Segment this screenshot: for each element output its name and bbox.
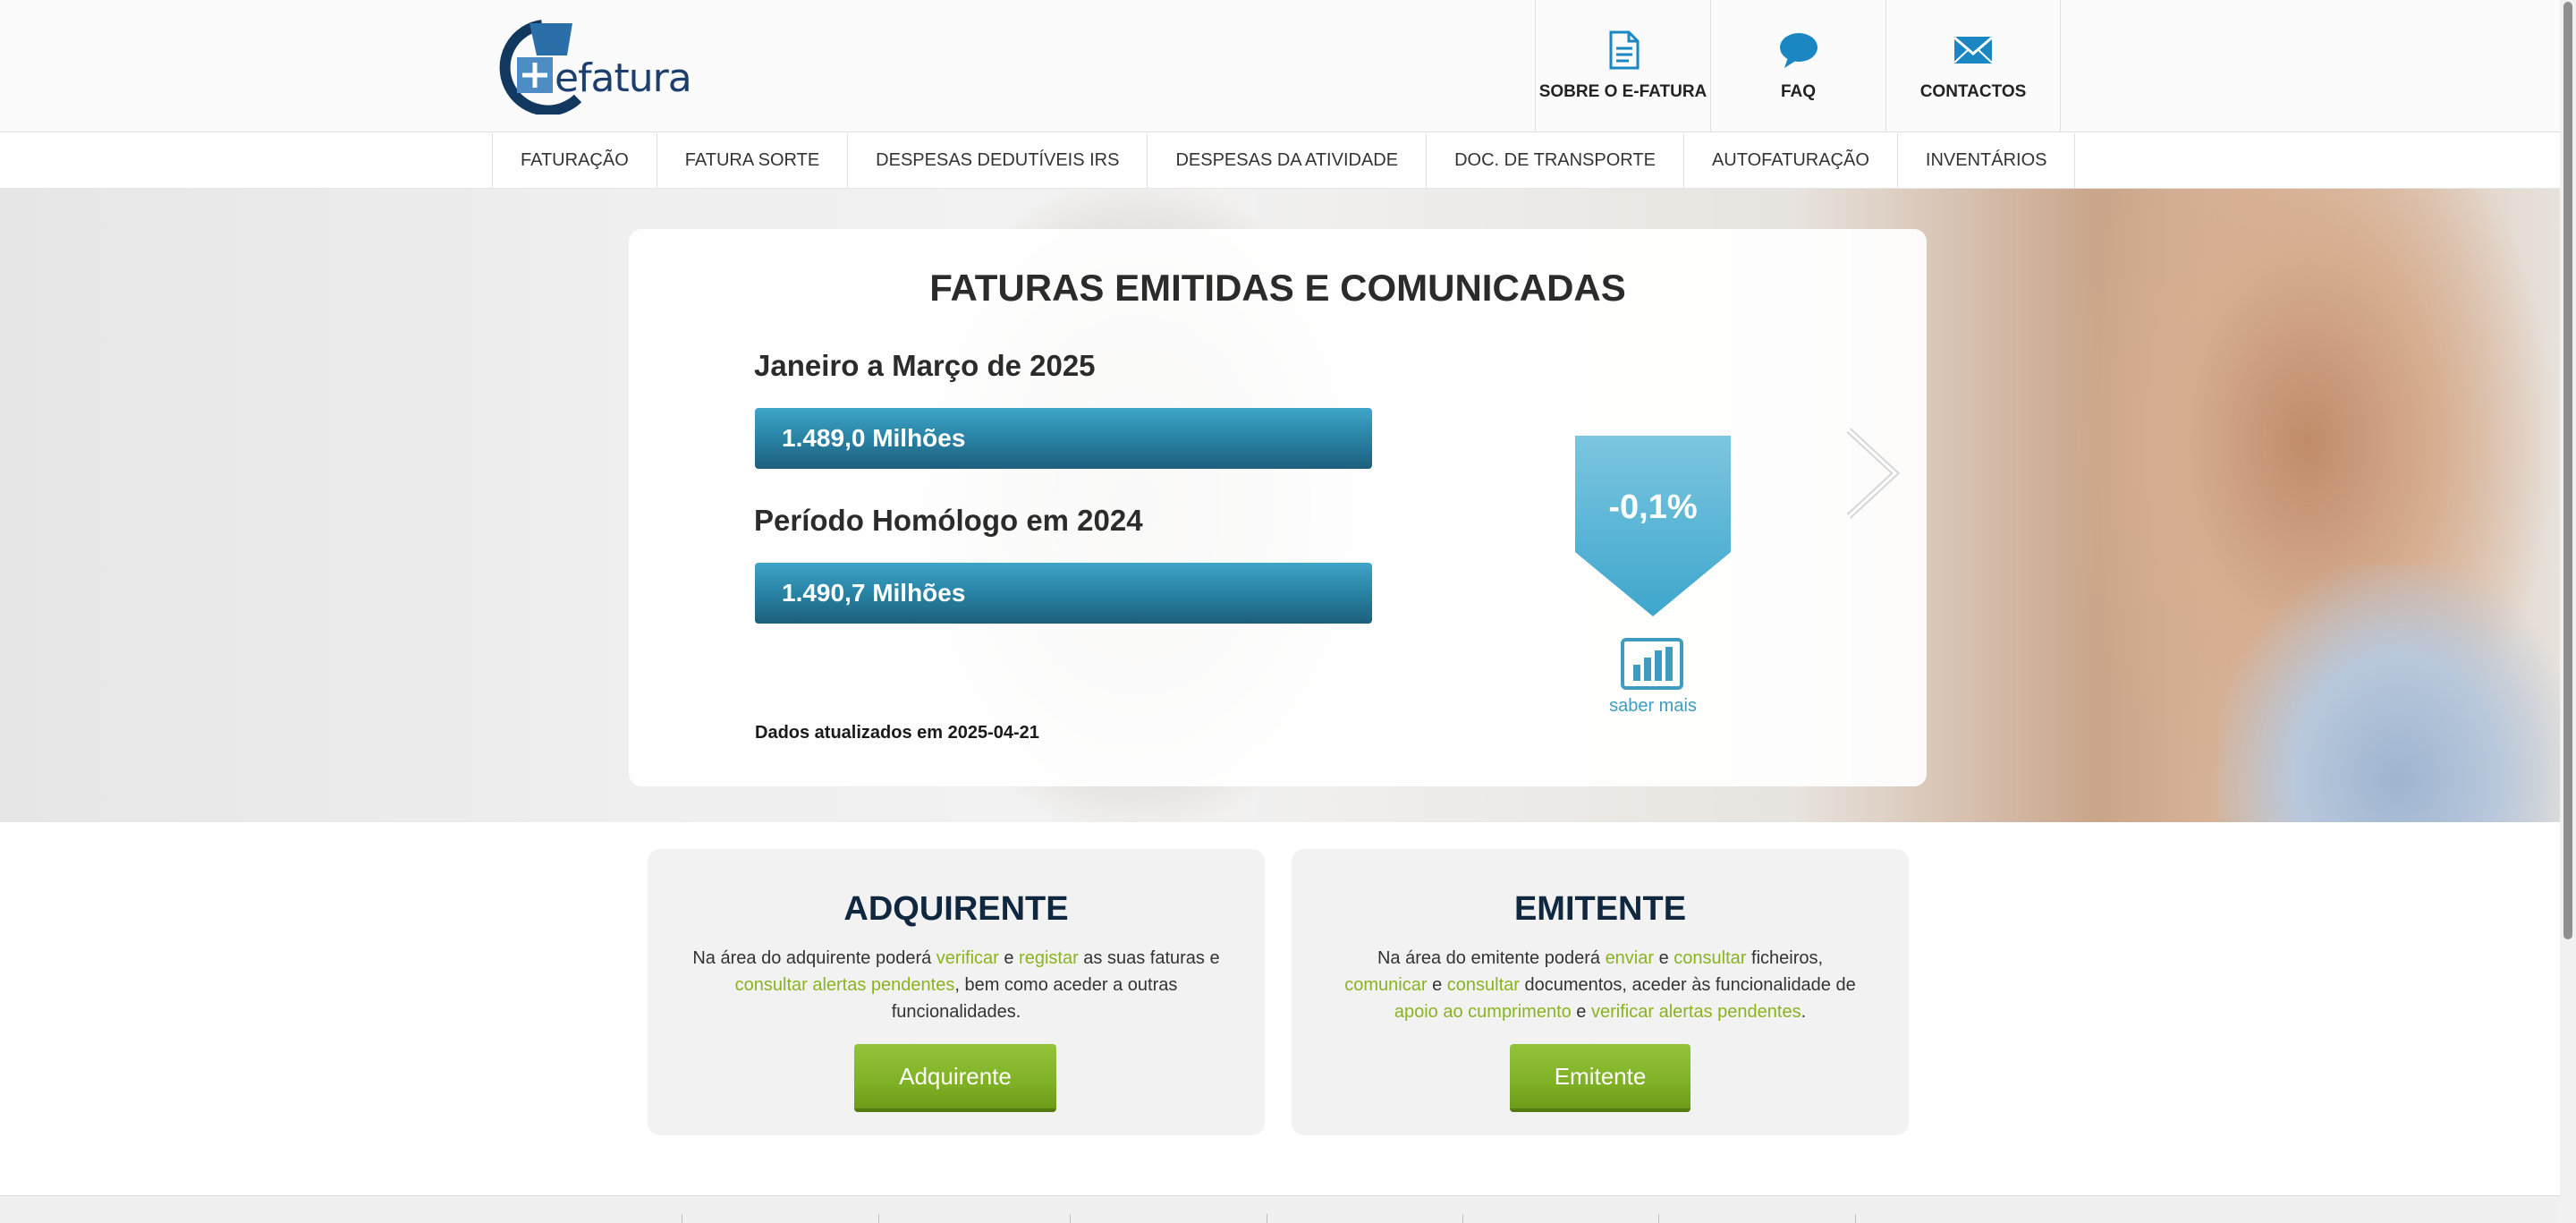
updated-date: Dados atualizados em 2025-04-21: [755, 723, 1039, 743]
footer-divider: [878, 1214, 879, 1223]
emitente-card: EMITENTE Na área do emitente poderá envi…: [1292, 849, 1909, 1135]
bar-chart-icon[interactable]: [1621, 638, 1683, 690]
text: e: [998, 948, 1020, 968]
top-link-contactos[interactable]: CONTACTOS: [1885, 0, 2061, 132]
envelope-icon: [1953, 36, 1993, 64]
stats-card: FATURAS EMITIDAS E COMUNICADAS Janeiro a…: [629, 229, 1927, 786]
scrollbar-thumb[interactable]: [2563, 2, 2572, 939]
text: Na área do adquirente poderá: [692, 948, 936, 968]
nav-item-autofaturacao[interactable]: AUTOFATURAÇÃO: [1684, 133, 1898, 188]
current-period-label: Janeiro a Março de 2025: [754, 349, 1096, 382]
text: documentos, aceder às funcionalidade de: [1519, 975, 1856, 995]
top-link-sobre[interactable]: SOBRE O E-FATURA: [1535, 0, 1710, 132]
text: as suas faturas e: [1078, 948, 1220, 968]
nav-item-faturacao[interactable]: FATURAÇÃO: [493, 133, 657, 188]
footer-divider: [1855, 1214, 1856, 1223]
footer-divider: [1658, 1214, 1659, 1223]
nav-item-despesas-atividade[interactable]: DESPESAS DA ATIVIDADE: [1148, 133, 1428, 188]
top-link-faq[interactable]: FAQ: [1710, 0, 1885, 132]
link-consultar-documentos[interactable]: consultar: [1447, 975, 1520, 995]
adquirente-card: ADQUIRENTE Na área do adquirente poderá …: [648, 849, 1265, 1135]
link-enviar[interactable]: enviar: [1606, 948, 1654, 968]
document-icon: [1609, 30, 1639, 70]
link-verificar-alertas[interactable]: verificar alertas pendentes: [1591, 1002, 1801, 1022]
top-link-label: FAQ: [1780, 82, 1817, 101]
link-consultar-alertas[interactable]: consultar alertas pendentes: [735, 975, 955, 995]
emitente-description: Na área do emitente poderá enviar e cons…: [1336, 945, 1864, 1025]
main-nav: FATURAÇÃO FATURA SORTE DESPESAS DEDUTÍVE…: [492, 133, 2076, 188]
top-link-label: SOBRE O E-FATURA: [1538, 82, 1707, 101]
nav-item-inventarios[interactable]: INVENTÁRIOS: [1898, 133, 2076, 188]
footer: [0, 1195, 2560, 1223]
text: .: [1801, 1002, 1807, 1022]
site-header: efatura SOBRE O E-FATURA FAQ CONTACTOS: [0, 0, 2560, 132]
nav-item-doc-transporte[interactable]: DOC. DE TRANSPORTE: [1427, 133, 1684, 188]
emitente-title: EMITENTE: [1513, 890, 1687, 928]
adquirente-title: ADQUIRENTE: [843, 890, 1069, 928]
page-scrollbar[interactable]: [2560, 0, 2576, 1223]
footer-divider: [1070, 1214, 1071, 1223]
link-verificar[interactable]: verificar: [936, 948, 999, 968]
link-consultar-ficheiros[interactable]: consultar: [1674, 948, 1746, 968]
hero-background-shirt: [2218, 565, 2560, 822]
chat-bubble-icon: [1779, 33, 1818, 68]
adquirente-description: Na área do adquirente poderá verificar e…: [692, 945, 1220, 1025]
text: ficheiros,: [1746, 948, 1824, 968]
emitente-button[interactable]: Emitente: [1510, 1044, 1690, 1112]
stats-title: FATURAS EMITIDAS E COMUNICADAS: [929, 267, 1626, 309]
efatura-logo[interactable]: efatura: [490, 20, 705, 116]
text: e: [1427, 975, 1447, 995]
text: e: [1654, 948, 1674, 968]
variation-value: -0,1%: [1608, 488, 1698, 526]
footer-divider: [1462, 1214, 1463, 1223]
link-apoio-cumprimento[interactable]: apoio ao cumprimento: [1394, 1002, 1572, 1022]
saber-mais-link[interactable]: saber mais: [1575, 696, 1731, 717]
link-registar[interactable]: registar: [1019, 948, 1079, 968]
nav-item-fatura-sorte[interactable]: FATURA SORTE: [657, 133, 849, 188]
adquirente-button[interactable]: Adquirente: [854, 1044, 1056, 1112]
chevron-right-icon[interactable]: [1843, 427, 1901, 520]
top-links: SOBRE O E-FATURA FAQ CONTACTOS: [1535, 0, 2061, 132]
top-link-label: CONTACTOS: [1919, 82, 2027, 101]
previous-value-bar: 1.490,7 Milhões: [755, 563, 1372, 624]
nav-item-despesas-irs[interactable]: DESPESAS DEDUTÍVEIS IRS: [848, 133, 1148, 188]
previous-period-label: Período Homólogo em 2024: [754, 504, 1143, 537]
logo-text: efatura: [555, 55, 692, 101]
link-comunicar[interactable]: comunicar: [1344, 975, 1427, 995]
current-value-bar: 1.489,0 Milhões: [755, 408, 1372, 469]
text: Na área do emitente poderá: [1377, 948, 1606, 968]
text: e: [1571, 1002, 1591, 1022]
